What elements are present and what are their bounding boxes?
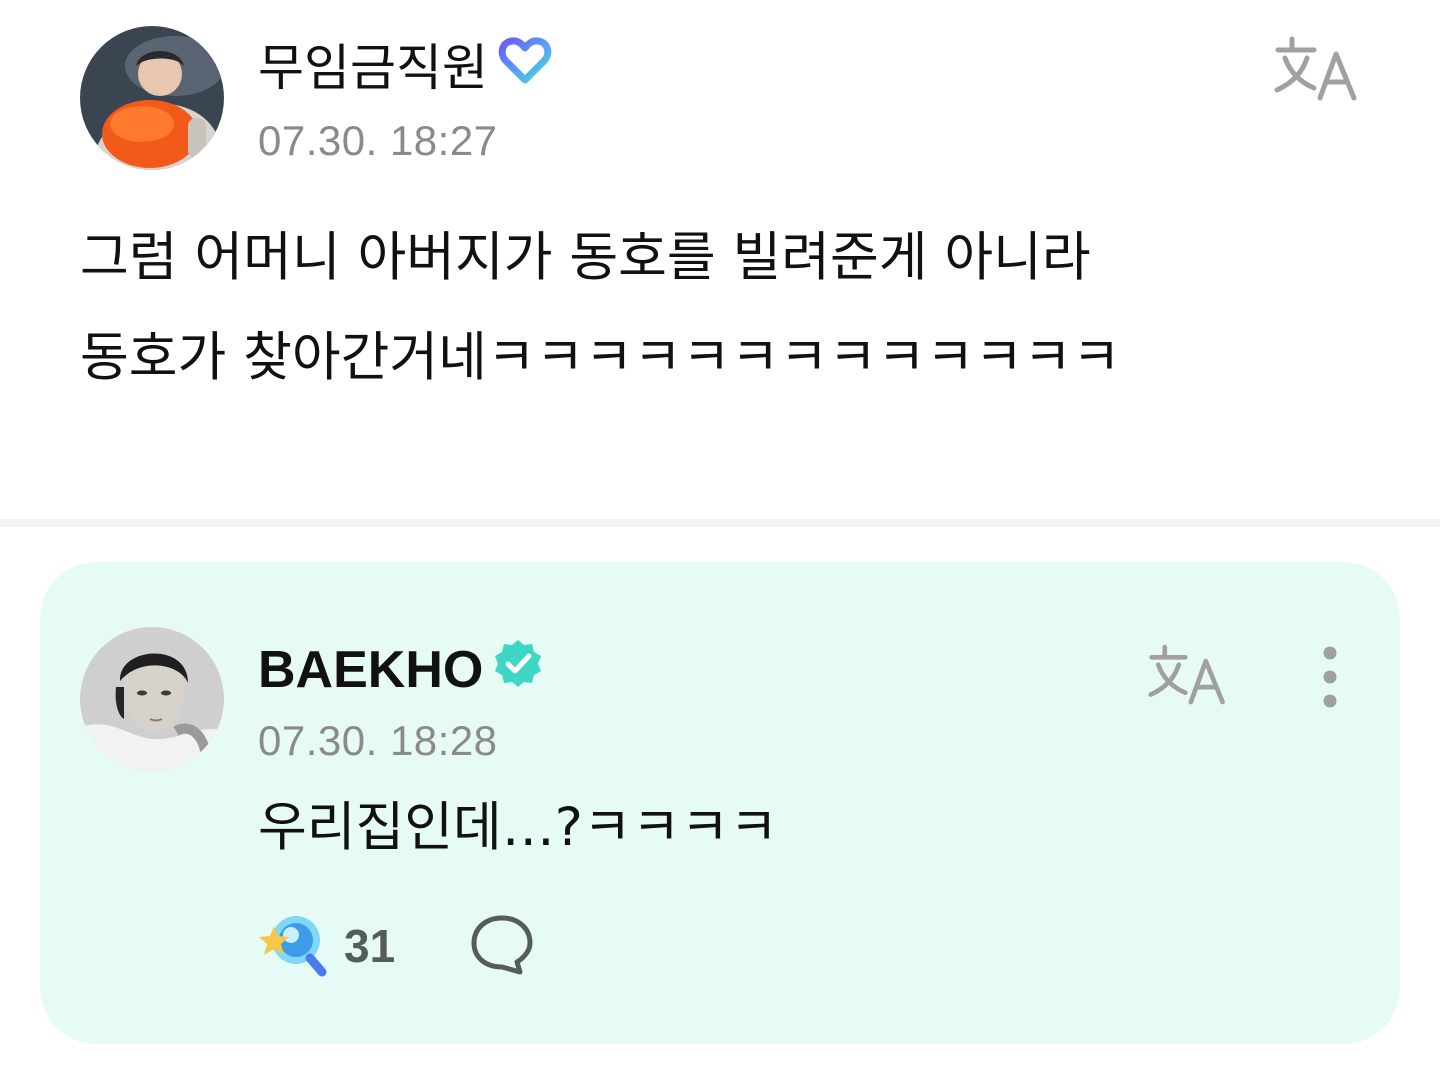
section-divider — [0, 519, 1440, 527]
fan-avatar[interactable] — [80, 26, 224, 170]
translate-icon[interactable] — [1148, 644, 1230, 710]
more-vertical-icon[interactable] — [1318, 644, 1342, 712]
reaction-count: 31 — [344, 920, 396, 972]
fan-author[interactable]: 무임금직원 — [258, 36, 552, 99]
post-body-line-2: 동호가 찾아간거네ㅋㅋㅋㅋㅋㅋㅋㅋㅋㅋㅋㅋㅋ — [80, 327, 1121, 388]
post-timestamp: 07.30. 18:27 — [258, 117, 498, 164]
reply-timestamp: 07.30. 18:28 — [258, 717, 498, 764]
author-name: BAEKHO — [258, 640, 484, 699]
translate-icon[interactable] — [1274, 36, 1362, 106]
comment-button[interactable] — [470, 912, 534, 980]
star-lightstick-icon — [258, 910, 330, 982]
artist-avatar[interactable] — [80, 627, 224, 771]
membership-heart-icon — [498, 36, 552, 99]
author-name: 무임금직원 — [258, 38, 488, 97]
comment-bubble-icon — [470, 912, 534, 980]
fan-post: 무임금직원 07.30. 18:27 그럼 어머니 아버지가 동호를 빌려준게 … — [0, 0, 1440, 520]
artist-author[interactable]: BAEKHO — [258, 638, 543, 701]
post-body-line-1: 그럼 어머니 아버지가 동호를 빌려준게 아니라 — [80, 227, 1091, 288]
reply-body: 우리집인데…?ㅋㅋㅋㅋ — [258, 797, 778, 858]
verified-badge-icon — [493, 638, 543, 701]
reaction-button[interactable]: 31 — [258, 910, 395, 982]
artist-reply-card: BAEKHO 07.30. 18:28 우리집인데…?ㅋㅋㅋㅋ 31 — [40, 562, 1400, 1044]
